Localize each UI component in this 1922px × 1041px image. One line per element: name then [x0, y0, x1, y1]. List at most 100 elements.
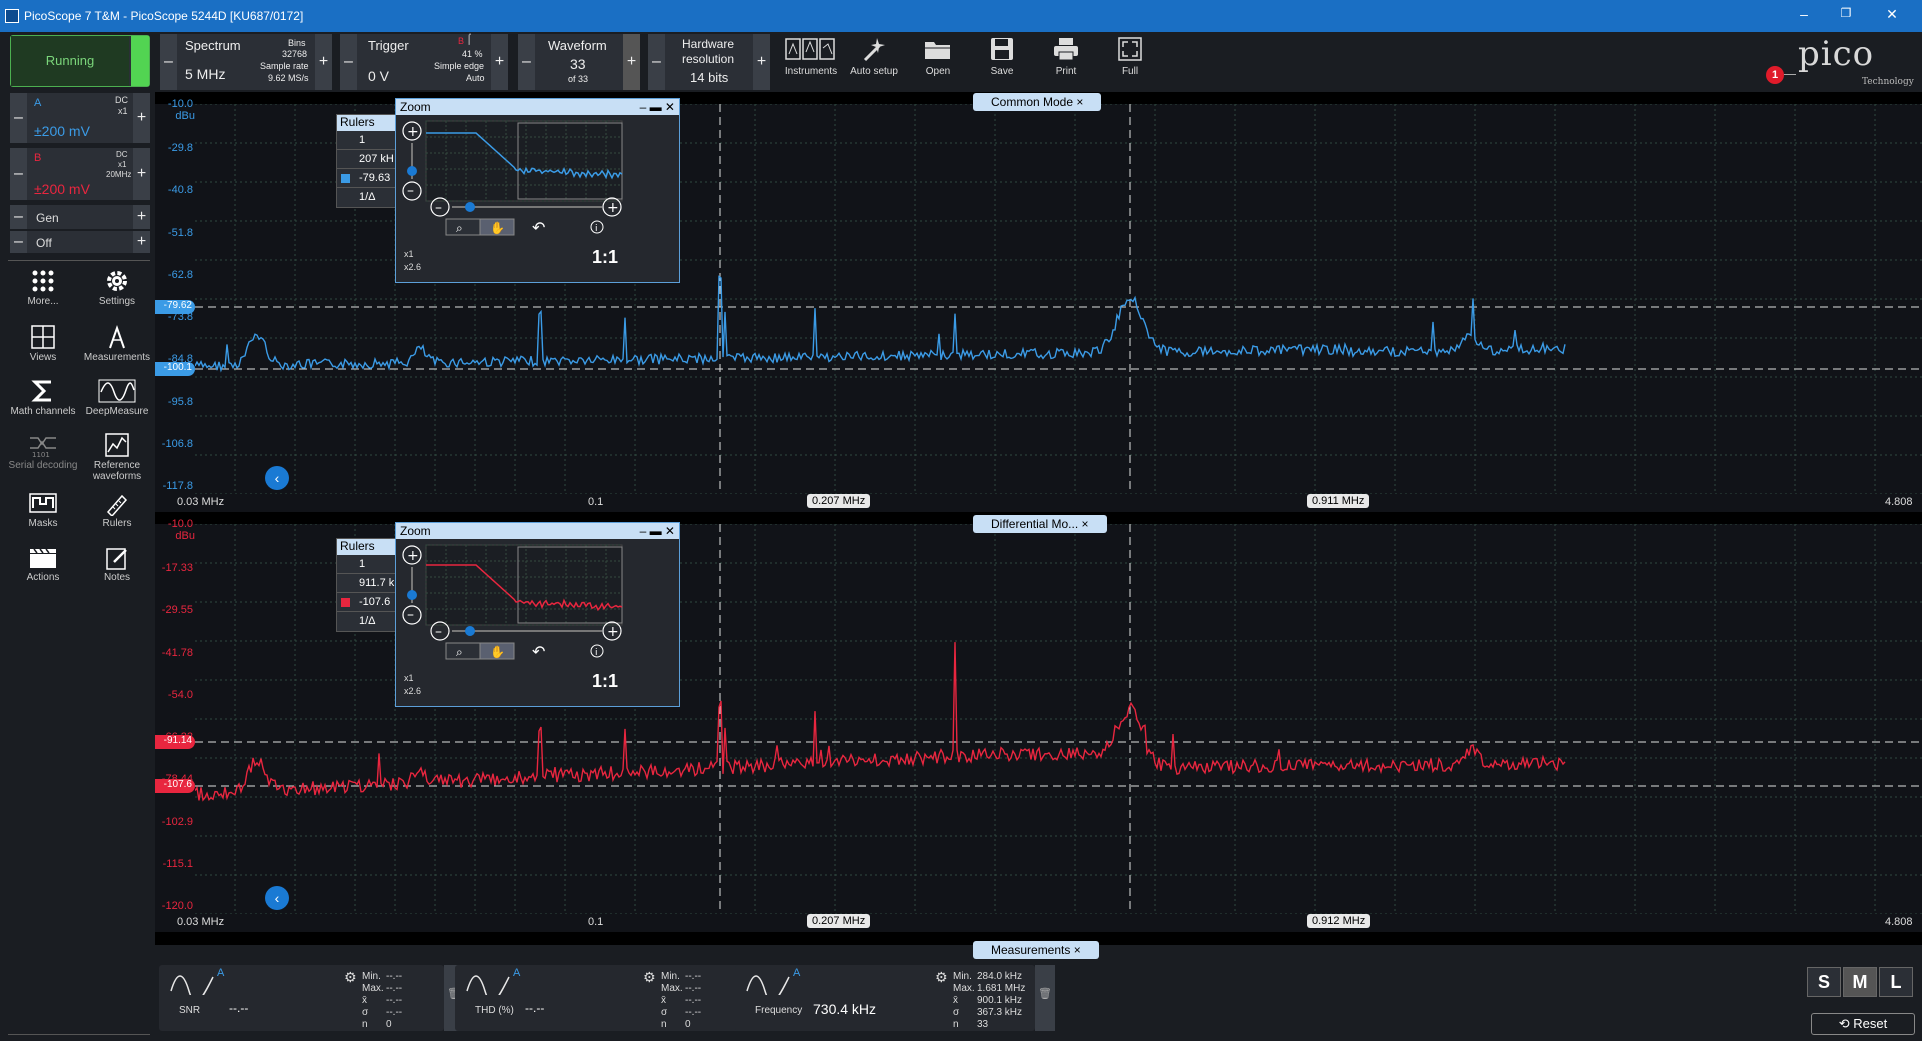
auto-setup-button[interactable]: Auto setup [846, 36, 902, 77]
ruler-label[interactable]: -79.62 [155, 300, 195, 314]
stat-label: Max. [661, 983, 683, 994]
y-tick-label: -115.1 [162, 857, 193, 870]
ruler-label[interactable]: -91.14 [155, 735, 195, 749]
full-button[interactable]: Full [1102, 36, 1158, 77]
zoom-x-label: x1 [404, 249, 414, 259]
channel-b-minus-button[interactable]: – [10, 148, 27, 200]
open-button[interactable]: Open [910, 36, 966, 77]
waveform-plus-button[interactable]: + [623, 34, 640, 90]
tab-measurements[interactable]: Measurements × [973, 941, 1099, 959]
rulers-row: 207 kH [337, 150, 395, 169]
rulers-button[interactable]: Rulers [80, 492, 154, 529]
channel-a-minus-button[interactable]: – [10, 93, 27, 143]
resolution-control[interactable]: – Hardware resolution 14 bits + [648, 34, 770, 90]
serial-decoding-button[interactable]: 1101 Serial decoding [6, 432, 80, 471]
trigger-plus-button[interactable]: + [491, 34, 508, 90]
bins-label: Bins [288, 38, 306, 48]
spectrum-plus-button[interactable]: + [315, 34, 332, 90]
size-m-button[interactable]: M [1843, 967, 1877, 997]
zoom-ratio-button[interactable]: 1:1 [592, 671, 618, 692]
y-tick-label: -29.55 [161, 604, 193, 617]
measurement-gear-icon[interactable]: ⚙ [935, 969, 948, 986]
y-tick-label: -95.8 [167, 395, 193, 408]
generator-state-control[interactable]: – Off + [10, 231, 150, 253]
more-button[interactable]: More... [6, 268, 80, 307]
zoom-x-label: x1 [404, 673, 414, 683]
math-channels-label: Math channels [10, 406, 76, 417]
differential-mode-cursor1-label[interactable]: 0.207 MHz [807, 914, 871, 928]
measurement-card[interactable]: A THD (%) --.-- ⚙ Min. --.-- Max. --.-- x̄ --.-- σ… [455, 965, 743, 1031]
notes-button[interactable]: Notes [80, 546, 154, 583]
spectrum-minus-button[interactable]: – [160, 34, 177, 90]
size-l-button[interactable]: L [1879, 967, 1913, 997]
generator-plus-button[interactable]: + [133, 205, 150, 229]
zoom-ratio-button[interactable]: 1:1 [592, 247, 618, 268]
ruler-label[interactable]: -107.6 [155, 779, 195, 793]
trigger-minus-button[interactable]: – [340, 34, 357, 90]
waveform-control[interactable]: – Waveform 33 of 33 + [518, 34, 640, 90]
generator-control[interactable]: – Gen + [10, 205, 150, 229]
settings-button[interactable]: Settings [80, 268, 154, 307]
spectrum-control[interactable]: – Spectrum 5 MHz Bins 32768 Sample rate … [160, 34, 332, 90]
size-s-button[interactable]: S [1807, 967, 1841, 997]
print-button[interactable]: Print [1038, 36, 1094, 77]
channel-a-name: A [34, 97, 42, 109]
differential-mode-cursor2-label[interactable]: 0.912 MHz [1307, 914, 1371, 928]
zoom-overview-content: + – – + ⌕ ✋ ↶ i [402, 120, 623, 237]
generator-state-plus-button[interactable]: + [133, 231, 150, 253]
waveform-minus-button[interactable]: – [518, 34, 535, 90]
actions-button[interactable]: Actions [6, 546, 80, 583]
resolution-minus-button[interactable]: – [648, 34, 665, 90]
generator-state-minus-button[interactable]: – [10, 231, 27, 253]
stat-label: Max. [362, 983, 384, 994]
stat-value: 284.0 kHz [977, 971, 1023, 982]
instruments-button[interactable]: Instruments [783, 36, 839, 77]
run-stop-button[interactable]: Running [10, 35, 150, 87]
channel-a-control[interactable]: – A DC x1 ±200 mV + [10, 93, 150, 143]
y-tick-label: -51.8 [167, 226, 193, 239]
common-mode-collapse-button[interactable]: ‹ [265, 466, 289, 490]
delete-measurement-button[interactable]: 🗑 [1035, 965, 1055, 1031]
masks-button[interactable]: Masks [6, 492, 80, 529]
measurement-card[interactable]: A SNR --.-- ⚙ Min. --.-- Max. --.-- x̄ --.-- σ --.-… [159, 965, 444, 1031]
rulers-panel-common[interactable]: Rulers 1 207 kH -79.63 1/Δ [336, 114, 396, 208]
views-icon [31, 325, 55, 349]
views-button[interactable]: Views [6, 324, 80, 363]
measurements-button[interactable]: Measurements [80, 324, 154, 363]
rulers-row: 911.7 k [337, 574, 395, 593]
channel-b-plus-button[interactable]: + [133, 148, 150, 200]
minimize-button[interactable]: – [1790, 6, 1818, 26]
tab-differential-mode[interactable]: Differential Mo... × [973, 515, 1107, 533]
tab-common-mode[interactable]: Common Mode × [973, 93, 1102, 111]
save-button[interactable]: Save [974, 36, 1030, 77]
math-channels-button[interactable]: Math channels [6, 378, 80, 417]
open-label: Open [925, 66, 951, 77]
stat-label: Min. [661, 971, 680, 982]
close-button[interactable]: ✕ [1878, 6, 1906, 26]
differential-mode-collapse-button[interactable]: ‹ [265, 886, 289, 910]
measurement-gear-icon[interactable]: ⚙ [643, 969, 656, 986]
channel-a-plus-button[interactable]: + [133, 93, 150, 143]
notification-line [1784, 74, 1796, 75]
measurement-card[interactable]: A Frequency 730.4 kHz ⚙ Min. 284.0 kHz Max. 1.6… [735, 965, 1035, 1031]
common-mode-cursor2-label[interactable]: 0.911 MHz [1307, 494, 1370, 508]
restore-button[interactable]: ❐ [1832, 6, 1860, 26]
reference-waveforms-button[interactable]: Reference waveforms [80, 432, 154, 482]
trigger-control[interactable]: – Trigger 0 V B ⌠ 41 % Simple edge Auto … [340, 34, 508, 90]
rulers-panel-differential[interactable]: Rulers 1 911.7 k -107.6 1/Δ [336, 538, 396, 632]
deepmeasure-button[interactable]: DeepMeasure [80, 378, 154, 417]
zoom-overview-common[interactable]: Zoom – ▬ ✕ + – – + ⌕ ✋ ↶ i x1 x2.6 1:1 [395, 98, 680, 283]
zoom-overview-differential[interactable]: Zoom – ▬ ✕ + – – + ⌕ ✋ ↶ i x1 x2.6 1:1 [395, 522, 680, 707]
svg-text:i: i [595, 648, 598, 658]
measurement-gear-icon[interactable]: ⚙ [344, 969, 357, 986]
channel-b-control[interactable]: – B DC x1 20MHz ±200 mV + [10, 148, 150, 200]
generator-minus-button[interactable]: – [10, 205, 27, 229]
notification-badge[interactable]: 1 [1766, 66, 1784, 84]
ruler-label[interactable]: -100.1 [155, 362, 195, 376]
thd-icon [466, 975, 510, 995]
left-panel-bottom-divider [8, 1034, 150, 1035]
waveform-of: of 33 [568, 74, 589, 84]
resolution-plus-button[interactable]: + [753, 34, 770, 90]
reset-button[interactable]: ⟲ Reset [1811, 1013, 1915, 1035]
common-mode-cursor1-label[interactable]: 0.207 MHz [807, 494, 871, 508]
